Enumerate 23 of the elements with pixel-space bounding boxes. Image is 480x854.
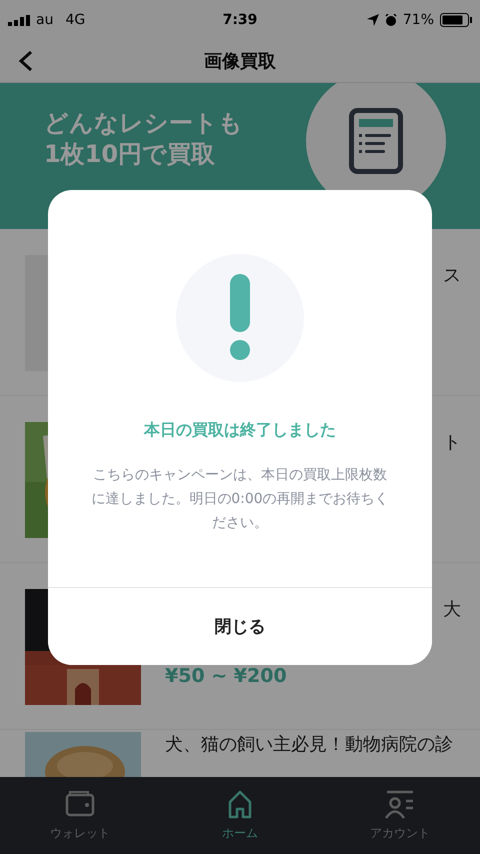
receipt-icon (349, 108, 403, 174)
tab-bar-item[interactable]: ホーム (160, 777, 320, 854)
wallet-icon (64, 789, 96, 819)
close-button[interactable]: 閉じる (48, 587, 432, 665)
price-range: ¥50 ~ ¥200 (165, 665, 287, 687)
item-title[interactable]: 大 (443, 597, 461, 621)
dialog-message: こちらのキャンペーンは、本日の買取上限枚数に達しました。明日の0:00の再開までお待ちください。 (90, 466, 390, 533)
signal-icon (8, 14, 30, 26)
carrier: au (36, 12, 54, 28)
dialog-title: 本日の買取は終了しました (144, 420, 336, 441)
battery-percent: 71% (402, 12, 434, 28)
alarm-icon (384, 14, 397, 26)
item-title[interactable]: ス (443, 263, 461, 287)
person-list-icon (384, 789, 416, 819)
banner-text: どんなレシートも 1枚10円で買取 (44, 108, 243, 170)
network-type: 4G (65, 12, 86, 28)
item-title[interactable]: ト (443, 430, 461, 454)
back-icon[interactable] (18, 50, 34, 72)
clock: 7:39 (222, 12, 258, 28)
location-arrow-icon (366, 14, 379, 26)
battery-icon (440, 13, 472, 27)
page-title: 画像買取 (204, 50, 276, 73)
item-title[interactable]: 犬、猫の飼い主必見！動物病院の診 (165, 732, 453, 756)
